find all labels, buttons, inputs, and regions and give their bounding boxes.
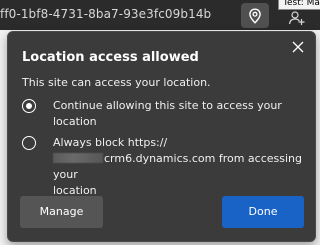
radio-option-continue-allowing[interactable]: Continue allowing this site to access yo… bbox=[22, 98, 307, 132]
manage-button[interactable]: Manage bbox=[20, 196, 103, 228]
popup-subtitle: This site can access your location. bbox=[22, 76, 211, 89]
option-label: Always block https:// crm6.dynamics.com … bbox=[53, 135, 303, 199]
address-bar-url[interactable]: ff0-1bf8-4731-8ba7-93e3fc09b14b bbox=[0, 7, 211, 21]
location-permission-button[interactable] bbox=[241, 3, 269, 28]
location-pin-icon bbox=[249, 8, 261, 24]
done-button[interactable]: Done bbox=[222, 196, 304, 228]
location-permission-popup: Location access allowed This site can ac… bbox=[7, 31, 316, 242]
close-icon[interactable] bbox=[291, 40, 305, 54]
option-label-line: crm6.dynamics.com from accessing your bbox=[53, 151, 303, 183]
radio-button-selected[interactable] bbox=[22, 99, 36, 113]
popup-title: Location access allowed bbox=[22, 50, 199, 65]
option-label-line: Always block https:// bbox=[53, 136, 168, 149]
option-label: Continue allowing this site to access yo… bbox=[53, 99, 282, 128]
tooltip: Test: Ma bbox=[278, 0, 320, 10]
radio-button[interactable] bbox=[22, 136, 36, 150]
user-add-icon[interactable] bbox=[288, 10, 306, 26]
redacted-text bbox=[53, 153, 103, 163]
radio-option-always-block[interactable]: Always block https:// crm6.dynamics.com … bbox=[22, 135, 307, 197]
browser-toolbar: ff0-1bf8-4731-8ba7-93e3fc09b14b Test: Ma bbox=[0, 0, 320, 30]
